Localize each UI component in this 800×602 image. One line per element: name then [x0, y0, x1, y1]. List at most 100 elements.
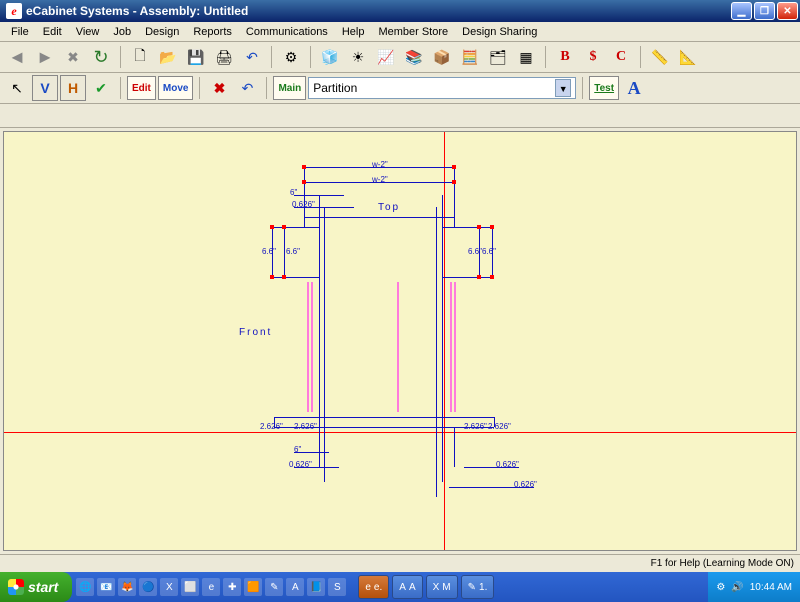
task-item[interactable]: XM — [426, 575, 458, 599]
part-edge — [442, 227, 492, 228]
tool-dollar[interactable]: $ — [580, 44, 606, 70]
undo-button[interactable]: ↶ — [239, 44, 265, 70]
check-tool[interactable]: ✔ — [88, 75, 114, 101]
menu-help[interactable]: Help — [335, 24, 372, 40]
new-button[interactable]: 🗋 — [127, 44, 153, 70]
menu-job[interactable]: Job — [106, 24, 138, 40]
task-ecabinet[interactable]: ee. — [358, 575, 389, 599]
separator — [640, 46, 641, 68]
part-edge — [272, 277, 319, 278]
back-button[interactable]: ◄ — [4, 44, 30, 70]
dim-tick — [452, 180, 456, 184]
delete-button[interactable]: ✖ — [206, 75, 232, 101]
tool-icon-6[interactable]: 🗂 — [485, 44, 511, 70]
dim-b2626-l: 2.626" — [260, 422, 283, 431]
dim-tick — [477, 275, 481, 279]
menu-file[interactable]: File — [4, 24, 36, 40]
part-edge — [436, 427, 437, 497]
settings-button[interactable]: ⚙ — [278, 44, 304, 70]
save-button[interactable]: 💾 — [183, 44, 209, 70]
menu-design-sharing[interactable]: Design Sharing — [455, 24, 544, 40]
forward-button[interactable]: ► — [32, 44, 58, 70]
separator — [310, 46, 311, 68]
part-edge — [442, 277, 492, 278]
separator — [266, 77, 267, 99]
undo2-button[interactable]: ↶ — [234, 75, 260, 101]
dim-w2-mid: w-2" — [372, 175, 388, 184]
quick-item[interactable]: 🦊 — [118, 578, 136, 596]
tool-angle[interactable]: 📐 — [675, 44, 701, 70]
quick-item[interactable]: ✚ — [223, 578, 241, 596]
print-button[interactable]: 🖨 — [211, 44, 237, 70]
menu-design[interactable]: Design — [138, 24, 186, 40]
tool-measure[interactable]: 📏 — [647, 44, 673, 70]
part-edge — [324, 207, 325, 427]
quick-item[interactable]: 🌐 — [76, 578, 94, 596]
main-button[interactable]: Main — [273, 76, 306, 100]
dim-tick — [282, 225, 286, 229]
tool-icon-1[interactable]: ☀ — [345, 44, 371, 70]
tool-icon-2[interactable]: 📈 — [373, 44, 399, 70]
quick-item[interactable]: A — [286, 578, 304, 596]
clock[interactable]: 10:44 AM — [750, 582, 792, 593]
partition-line — [450, 282, 452, 412]
part-combo[interactable]: Partition ▼ — [308, 77, 576, 99]
part-edge — [304, 217, 454, 218]
tool-icon-4[interactable]: 📦 — [429, 44, 455, 70]
partition-line — [311, 282, 313, 412]
select-tool[interactable]: ↖ — [4, 75, 30, 101]
menu-edit[interactable]: Edit — [36, 24, 69, 40]
drawing-canvas[interactable]: w-2" w-2" 6" 0.626" Top Front 6.6" 6.6" … — [3, 131, 797, 551]
tool-icon-0[interactable]: 🧊 — [317, 44, 343, 70]
h-dim-tool[interactable]: H — [60, 75, 86, 101]
edit-button[interactable]: Edit — [127, 76, 156, 100]
test-button[interactable]: Test — [589, 76, 619, 100]
canvas-area: w-2" w-2" 6" 0.626" Top Front 6.6" 6.6" … — [0, 128, 800, 554]
task-item[interactable]: AA — [392, 575, 422, 599]
maximize-button[interactable]: ❐ — [754, 2, 775, 20]
quick-item[interactable]: X — [160, 578, 178, 596]
menu-member-store[interactable]: Member Store — [371, 24, 455, 40]
quick-item[interactable]: e — [202, 578, 220, 596]
reload-button[interactable]: ↻ — [88, 44, 114, 70]
tray-icon[interactable]: 🔊 — [731, 582, 743, 593]
dim-h6-l2: 6.6" — [286, 247, 300, 256]
quick-item[interactable]: 🟧 — [244, 578, 262, 596]
start-button[interactable]: start — [0, 572, 72, 602]
task-item[interactable]: ✎1. — [461, 575, 495, 599]
tool-icon-3[interactable]: 📚 — [401, 44, 427, 70]
tool-icon-5[interactable]: 🧮 — [457, 44, 483, 70]
dim-bot-0626c: 0.626" — [514, 480, 537, 489]
menu-reports[interactable]: Reports — [186, 24, 239, 40]
quick-item[interactable]: 📘 — [307, 578, 325, 596]
quick-item[interactable]: ✎ — [265, 578, 283, 596]
status-text: F1 for Help (Learning Mode ON) — [651, 558, 794, 569]
dim-bot-0626b: 0.626" — [496, 460, 519, 469]
part-edge — [274, 417, 494, 418]
tray-icon[interactable]: ⚙ — [716, 582, 725, 593]
close-button[interactable]: ✕ — [777, 2, 798, 20]
open-button[interactable]: 📂 — [155, 44, 181, 70]
minimize-button[interactable]: ▁ — [731, 2, 752, 20]
tool-b[interactable]: B — [552, 44, 578, 70]
axis-vertical — [444, 132, 445, 550]
menu-view[interactable]: View — [69, 24, 107, 40]
menu-communications[interactable]: Communications — [239, 24, 335, 40]
tool-icon-7[interactable]: ▦ — [513, 44, 539, 70]
v-dim-tool[interactable]: V — [32, 75, 58, 101]
quick-item[interactable]: ⬜ — [181, 578, 199, 596]
dim-b2626-r: 2.626" — [464, 422, 487, 431]
stop-button[interactable]: ✖ — [60, 44, 86, 70]
toolbar-spacer — [0, 104, 800, 128]
quick-item[interactable]: 🔵 — [139, 578, 157, 596]
move-button[interactable]: Move — [158, 76, 194, 100]
quick-launch: 🌐 📧 🦊 🔵 X ⬜ e ✚ 🟧 ✎ A 📘 S ee. AA XM ✎1. — [72, 575, 708, 599]
toolbar-design: ↖ V H ✔ Edit Move ✖ ↶ Main Partition ▼ T… — [0, 73, 800, 104]
menubar: File Edit View Job Design Reports Commun… — [0, 22, 800, 42]
part-edge — [454, 167, 455, 227]
quick-item[interactable]: S — [328, 578, 346, 596]
tool-c[interactable]: C — [608, 44, 634, 70]
quick-item[interactable]: 📧 — [97, 578, 115, 596]
text-tool[interactable]: A — [621, 75, 647, 101]
dim-tick — [270, 225, 274, 229]
